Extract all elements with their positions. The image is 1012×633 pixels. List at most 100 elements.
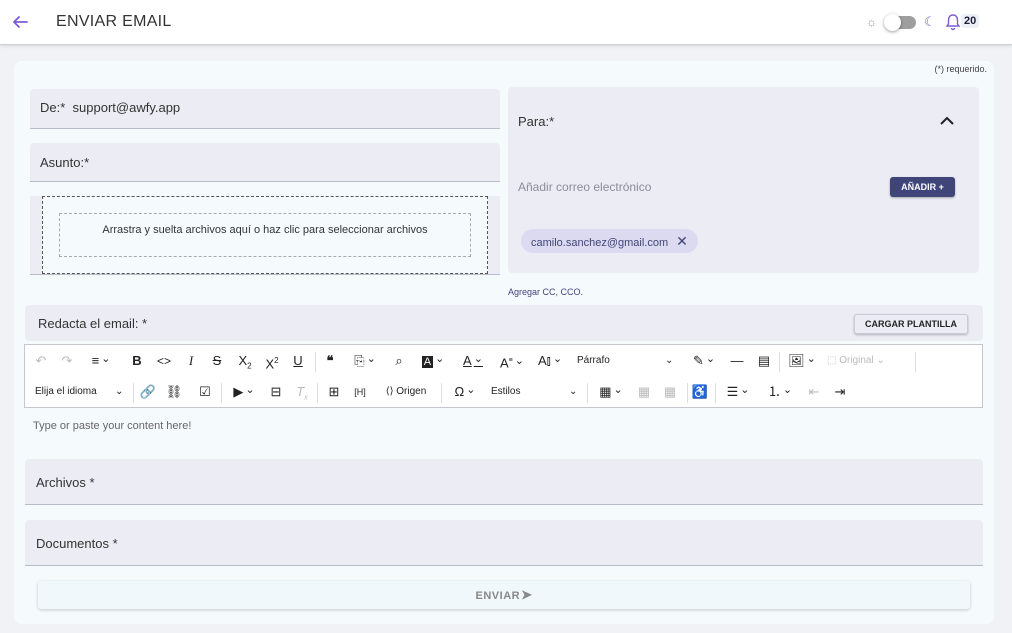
indent-icon[interactable]: ⇥ [831, 382, 849, 402]
editor-toolbar: ↶ ↷ ≡ B <> I S X2 X2 U ❝ ⎘ ⌕ A A A≡ A⫾ P… [24, 344, 983, 408]
todo-list-icon[interactable]: ☑ [195, 382, 215, 402]
language-select-label: Elija el idioma [35, 386, 97, 397]
page-break-icon[interactable]: ⊟ [267, 382, 285, 402]
separator [317, 383, 318, 403]
search-icon[interactable]: ⌕ [391, 351, 407, 371]
page-title: ENVIAR EMAIL [56, 13, 172, 30]
font-background-color-icon[interactable]: A [417, 351, 449, 371]
find-replace-icon[interactable]: ⎘ [347, 351, 383, 371]
outdent-icon[interactable]: ⇤ [805, 382, 823, 402]
separator [715, 383, 716, 403]
recipient-chip: camilo.sanchez@gmail.com ✕ [521, 229, 698, 253]
send-icon: ➤ [521, 587, 533, 602]
files-field[interactable]: Archivos * [25, 459, 983, 505]
app-bar: ENVIAR EMAIL ☼ ☾ 20 [0, 0, 1012, 45]
table-icon[interactable]: ▦ [595, 382, 627, 402]
chevron-up-icon[interactable] [939, 113, 955, 129]
font-size-icon[interactable]: A≡ [497, 351, 527, 371]
attachment-area: Arrastra y suelta archivos aquí o haz cl… [30, 196, 500, 275]
italic-icon[interactable]: I [183, 351, 199, 371]
special-characters-icon[interactable]: Ω [449, 382, 481, 402]
from-field[interactable]: De:* support@awfy.app [30, 89, 500, 129]
language-select[interactable]: Elija el idioma ⌄ [35, 382, 127, 402]
recipient-email: camilo.sanchez@gmail.com [531, 237, 669, 249]
add-cc-bcc-link[interactable]: Agregar CC, CCO. [508, 287, 583, 297]
required-note: (*) requerido. [934, 64, 987, 74]
separator [221, 383, 222, 403]
arrow-left-icon[interactable] [10, 12, 30, 32]
code-icon[interactable]: <> [155, 351, 173, 371]
paragraph-select-label: Párrafo [577, 355, 610, 366]
remove-format-icon[interactable]: Tx [293, 382, 311, 402]
highlight-icon[interactable]: ✎ [687, 351, 721, 371]
bulleted-list-icon[interactable]: ☰ [721, 382, 755, 402]
send-button-label: ENVIAR [475, 590, 521, 602]
subject-label: Asunto:* [40, 155, 90, 170]
underline-icon[interactable]: U [290, 351, 306, 371]
image-resize-label: Original [839, 355, 874, 366]
toolbar-row-2: Elija el idioma⌄ 🔗 ⛓ ☑ ▶ ⊟ Tx ⊞ [H] ⟨⟩ O… [25, 377, 982, 407]
show-blocks-icon[interactable]: [H] [351, 382, 369, 402]
unlink-icon[interactable]: ⛓ [165, 382, 183, 402]
separator [779, 352, 780, 372]
source-button[interactable]: ⟨⟩ Origen [379, 382, 433, 402]
styles-select[interactable]: Estilos ⌄ [491, 382, 583, 402]
accessibility-icon[interactable]: ♿ [691, 382, 709, 402]
editor-placeholder[interactable]: Type or paste your content here! [33, 420, 191, 432]
from-value[interactable]: support@awfy.app [73, 100, 181, 115]
send-button[interactable]: ENVIAR➤ [38, 581, 970, 609]
font-family-icon[interactable]: A⫾ [533, 351, 567, 371]
separator [587, 383, 588, 403]
numbered-list-icon[interactable]: ⒈ [763, 382, 797, 402]
documents-label: Documentos * [36, 536, 118, 551]
image-upload-icon[interactable]: 🖼 [785, 351, 819, 371]
load-template-button[interactable]: CARGAR PLANTILLA [854, 314, 968, 334]
subject-field[interactable]: Asunto:* [30, 143, 500, 182]
font-color-icon[interactable]: A [457, 351, 489, 371]
html-embed-icon[interactable]: ▤ [755, 351, 773, 371]
separator [915, 352, 916, 372]
sun-icon: ☼ [866, 15, 877, 29]
files-label: Archivos * [36, 475, 95, 490]
email-form-card: (*) requerido. De:* support@awfy.app Asu… [14, 61, 994, 624]
add-email-button[interactable]: AÑADIR + [890, 177, 955, 197]
select-all-icon[interactable]: ⊞ [325, 382, 343, 402]
notification-count[interactable]: 20 [961, 14, 980, 28]
undo-icon[interactable]: ↶ [33, 351, 49, 371]
to-label: Para:* [518, 114, 555, 129]
blockquote-icon[interactable]: ❝ [322, 351, 338, 371]
toggle-knob[interactable] [884, 14, 901, 31]
horizontal-line-icon[interactable]: — [729, 351, 745, 371]
toolbar-row-1: ↶ ↷ ≡ B <> I S X2 X2 U ❝ ⎘ ⌕ A A A≡ A⫾ P… [25, 346, 982, 376]
file-dropzone[interactable]: Arrastra y suelta archivos aquí o haz cl… [42, 196, 488, 274]
link-icon[interactable]: 🔗 [139, 382, 157, 402]
compose-header: Redacta el email: * CARGAR PLANTILLA [25, 305, 983, 341]
separator [315, 352, 316, 372]
bell-icon[interactable] [945, 13, 961, 31]
close-icon[interactable]: ✕ [676, 233, 688, 249]
subscript-icon[interactable]: X2 [235, 351, 255, 371]
paragraph-select[interactable]: Párrafo ⌄ [577, 351, 677, 371]
bold-icon[interactable]: B [129, 351, 145, 371]
compose-label: Redacta el email: * [38, 316, 148, 331]
table-properties-icon[interactable]: ▦ [635, 382, 653, 402]
image-resize-select[interactable]: ⬚ Original ⌄ [827, 351, 911, 371]
documents-field[interactable]: Documentos * [25, 520, 983, 566]
separator [687, 383, 688, 403]
to-email-input[interactable]: Añadir correo electrónico [518, 180, 651, 194]
dropzone-text[interactable]: Arrastra y suelta archivos aquí o haz cl… [59, 213, 471, 257]
redo-icon[interactable]: ↷ [59, 351, 75, 371]
styles-select-label: Estilos [491, 386, 521, 397]
source-button-label: Origen [396, 386, 427, 397]
media-embed-icon[interactable]: ▶ [227, 382, 261, 402]
strikethrough-icon[interactable]: S [209, 351, 225, 371]
to-panel: Para:* Añadir correo electrónico AÑADIR … [508, 87, 979, 273]
theme-toggle[interactable] [884, 14, 916, 31]
align-icon[interactable]: ≡ [85, 351, 117, 371]
moon-icon: ☾ [924, 14, 936, 29]
from-label: De:* [40, 100, 66, 115]
separator [133, 383, 134, 403]
separator [441, 383, 442, 403]
superscript-icon[interactable]: X2 [262, 351, 282, 371]
table-cell-properties-icon[interactable]: ▦ [661, 382, 679, 402]
